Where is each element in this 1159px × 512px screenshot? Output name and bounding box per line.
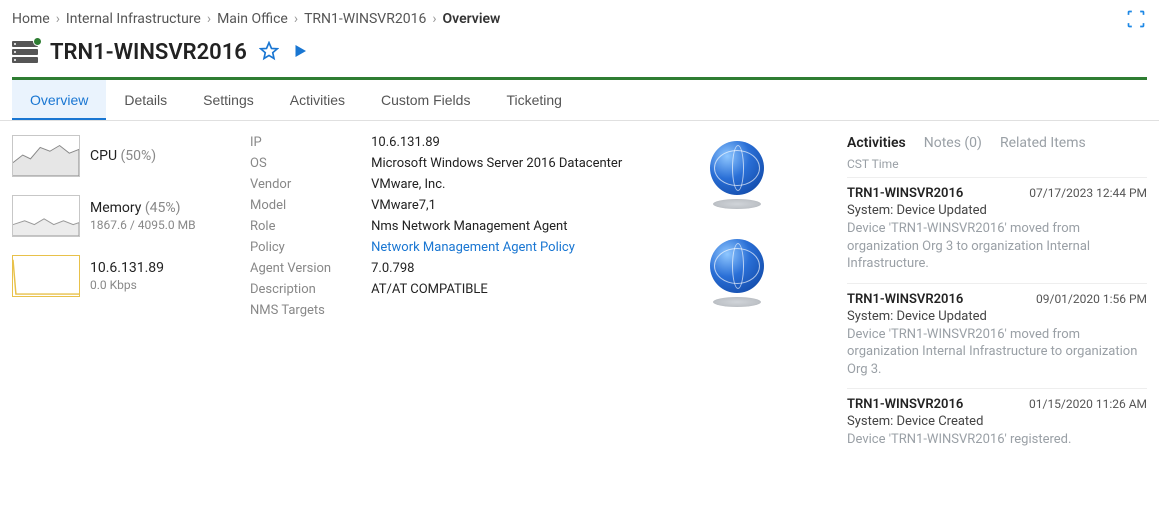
activity-date: 09/01/2020 1:56 PM — [1036, 292, 1147, 306]
value-vendor: VMware, Inc. — [371, 177, 622, 192]
activity-subtitle: System: Device Updated — [847, 203, 1147, 218]
page-title: TRN1-WINSVR2016 — [50, 40, 247, 65]
activity-subtitle: System: Device Updated — [847, 309, 1147, 324]
value-policy-link[interactable]: Network Management Agent Policy — [371, 240, 622, 255]
server-icon — [12, 41, 38, 65]
network-ip: 10.6.131.89 — [90, 260, 164, 276]
label-agent-version: Agent Version — [250, 261, 331, 276]
label-os: OS — [250, 156, 331, 171]
chevron-right-icon: › — [294, 11, 298, 27]
tab-activities[interactable]: Activities — [272, 80, 363, 120]
value-agent-version: 7.0.798 — [371, 261, 622, 276]
activity-body: Device 'TRN1-WINSVR2016' registered. — [847, 431, 1147, 449]
right-tab-related[interactable]: Related Items — [1000, 135, 1086, 151]
detail-values: 10.6.131.89 Microsoft Windows Server 201… — [371, 135, 622, 459]
breadcrumb-org[interactable]: Internal Infrastructure — [66, 11, 201, 27]
status-dot-online — [33, 37, 42, 46]
globe-icon[interactable] — [710, 239, 764, 307]
memory-sparkline — [12, 195, 80, 237]
value-ip: 10.6.131.89 — [371, 135, 622, 150]
label-description: Description — [250, 282, 331, 297]
timezone-label: CST Time — [847, 157, 1147, 171]
detail-labels: IP OS Vendor Model Role Policy Agent Ver… — [250, 135, 331, 459]
right-tabs: Activities Notes (0) Related Items — [847, 135, 1147, 151]
activity-panel: Activities Notes (0) Related Items CST T… — [847, 135, 1147, 459]
label-ip: IP — [250, 135, 331, 150]
breadcrumb-home[interactable]: Home — [12, 11, 50, 27]
tab-details[interactable]: Details — [106, 80, 185, 120]
label-nms-targets: NMS Targets — [250, 303, 331, 318]
star-icon[interactable] — [259, 41, 279, 65]
activity-body: Device 'TRN1-WINSVR2016' moved from orga… — [847, 220, 1147, 273]
network-metric[interactable]: 10.6.131.89 0.0 Kbps — [12, 255, 222, 297]
chevron-right-icon: › — [56, 11, 60, 27]
label-role: Role — [250, 219, 331, 234]
breadcrumb-current: Overview — [443, 11, 501, 27]
activity-title: TRN1-WINSVR2016 — [847, 186, 963, 201]
activity-item[interactable]: TRN1-WINSVR2016 09/01/2020 1:56 PM Syste… — [847, 283, 1147, 389]
activity-item[interactable]: TRN1-WINSVR2016 07/17/2023 12:44 PM Syst… — [847, 177, 1147, 283]
activity-date: 07/17/2023 12:44 PM — [1029, 186, 1147, 200]
tab-settings[interactable]: Settings — [185, 80, 272, 120]
activity-subtitle: System: Device Created — [847, 414, 1147, 429]
play-icon[interactable] — [291, 42, 309, 64]
globe-icon[interactable] — [710, 141, 764, 209]
tab-ticketing[interactable]: Ticketing — [488, 80, 580, 120]
label-model: Model — [250, 198, 331, 213]
label-vendor: Vendor — [250, 177, 331, 192]
memory-sub: 1867.6 / 4095.0 MB — [90, 218, 196, 232]
activity-item[interactable]: TRN1-WINSVR2016 01/15/2020 11:26 AM Syst… — [847, 388, 1147, 459]
value-role: Nms Network Management Agent — [371, 219, 622, 234]
breadcrumb: Home › Internal Infrastructure › Main Of… — [0, 0, 1159, 36]
value-os: Microsoft Windows Server 2016 Datacenter — [371, 156, 622, 171]
network-rate: 0.0 Kbps — [90, 278, 164, 292]
tab-overview[interactable]: Overview — [12, 80, 106, 120]
main-tabs: Overview Details Settings Activities Cus… — [0, 80, 1159, 121]
breadcrumb-site[interactable]: Main Office — [217, 11, 288, 27]
tab-custom-fields[interactable]: Custom Fields — [363, 80, 488, 120]
page-header: TRN1-WINSVR2016 — [0, 36, 1159, 77]
value-model: VMware7,1 — [371, 198, 622, 213]
label-policy: Policy — [250, 240, 331, 255]
metrics-column: CPU (50%) Memory (45%) 1867.6 / 4095.0 M… — [12, 135, 222, 459]
content-area: CPU (50%) Memory (45%) 1867.6 / 4095.0 M… — [0, 121, 1159, 473]
cpu-label: CPU (50%) — [90, 148, 156, 164]
activity-body: Device 'TRN1-WINSVR2016' moved from orga… — [847, 326, 1147, 379]
globe-column — [710, 141, 764, 459]
breadcrumb-device[interactable]: TRN1-WINSVR2016 — [304, 11, 426, 27]
chevron-right-icon: › — [207, 11, 211, 27]
cpu-sparkline — [12, 135, 80, 177]
details-column: IP OS Vendor Model Role Policy Agent Ver… — [250, 135, 622, 459]
right-tab-notes[interactable]: Notes (0) — [924, 135, 982, 151]
scan-icon[interactable] — [1125, 8, 1147, 30]
network-sparkline — [12, 255, 80, 297]
cpu-metric[interactable]: CPU (50%) — [12, 135, 222, 177]
right-tab-activities[interactable]: Activities — [847, 135, 906, 151]
chevron-right-icon: › — [432, 11, 436, 27]
activity-title: TRN1-WINSVR2016 — [847, 292, 963, 307]
value-description: AT/AT COMPATIBLE — [371, 282, 622, 297]
activity-date: 01/15/2020 11:26 AM — [1029, 397, 1147, 411]
memory-metric[interactable]: Memory (45%) 1867.6 / 4095.0 MB — [12, 195, 222, 237]
memory-label: Memory (45%) — [90, 200, 196, 216]
activity-title: TRN1-WINSVR2016 — [847, 397, 963, 412]
